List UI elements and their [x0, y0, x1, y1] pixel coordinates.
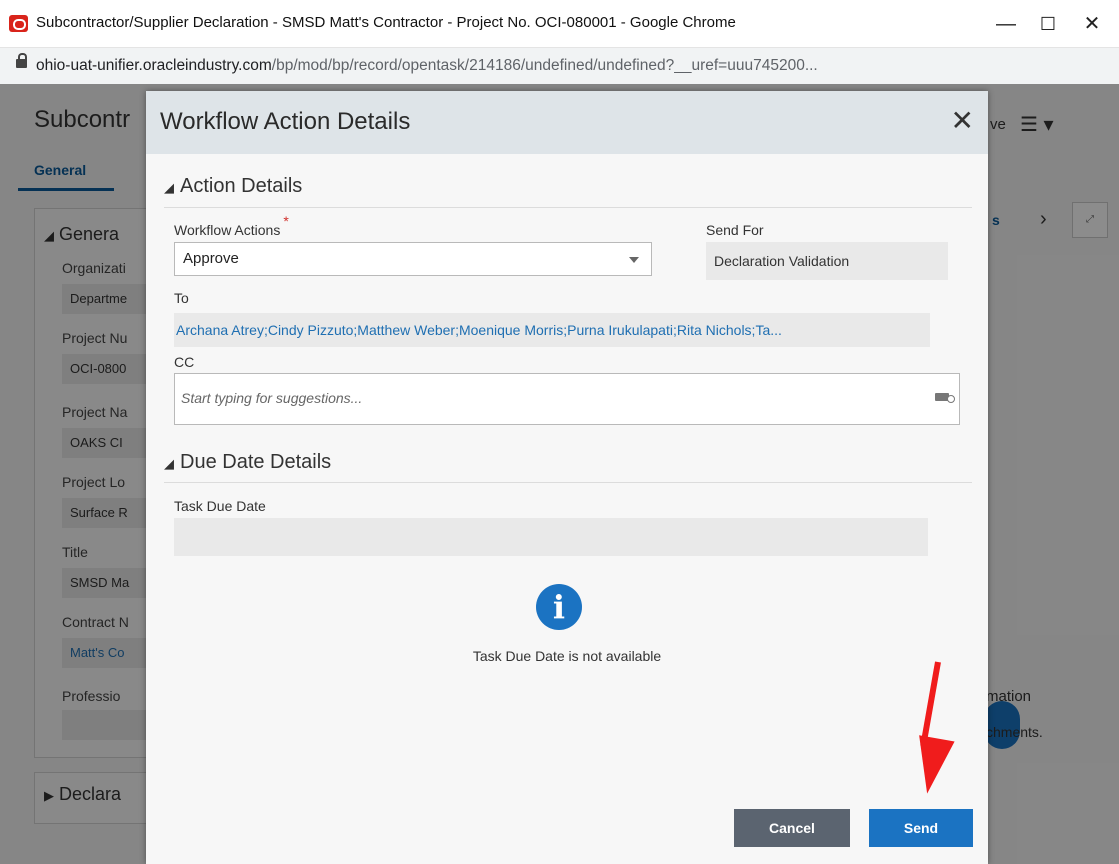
- divider: [164, 207, 972, 208]
- cc-placeholder: Start typing for suggestions...: [181, 390, 363, 406]
- collapse-triangle-icon: ◢: [164, 456, 174, 471]
- dialog-title: Workflow Action Details: [160, 108, 411, 135]
- workflow-actions-label-text: Workflow Actions: [174, 222, 281, 238]
- address-bar[interactable]: ohio-uat-unifier.oracleindustry.com/bp/m…: [0, 48, 1119, 84]
- address-book-icon[interactable]: [935, 393, 955, 403]
- send-for-label: Send For: [706, 222, 764, 238]
- cc-label: CC: [174, 354, 195, 370]
- info-icon: i: [536, 584, 582, 630]
- dialog-header: Workflow Action Details ✕: [146, 91, 988, 154]
- task-due-date-field: [174, 518, 928, 556]
- browser-titlebar: Subcontractor/Supplier Declaration - SMS…: [0, 0, 1119, 48]
- maximize-button[interactable]: ☐: [1028, 8, 1068, 40]
- workflow-action-dialog: Workflow Action Details ✕ ◢ Action Detail…: [146, 91, 988, 864]
- cc-input[interactable]: Start typing for suggestions...: [174, 373, 960, 425]
- task-due-date-label: Task Due Date: [174, 498, 266, 514]
- due-date-unavailable-text: Task Due Date is not available: [472, 648, 662, 664]
- to-recipients[interactable]: Archana Atrey;Cindy Pizzuto;Matthew Webe…: [174, 313, 930, 347]
- workflow-actions-value: Approve: [183, 250, 239, 267]
- send-button[interactable]: Send: [869, 809, 973, 847]
- to-label: To: [174, 290, 189, 306]
- collapse-triangle-icon: ◢: [164, 180, 174, 195]
- action-details-title: Action Details: [180, 175, 303, 197]
- window-title: Subcontractor/Supplier Declaration - SMS…: [36, 14, 736, 31]
- url-domain: ohio-uat-unifier.oracleindustry.com: [36, 57, 272, 74]
- lock-icon: [16, 53, 27, 68]
- chevron-down-icon: [629, 257, 639, 263]
- close-icon[interactable]: ✕: [951, 107, 974, 135]
- action-details-header[interactable]: ◢ Action Details: [164, 175, 302, 198]
- required-mark: *: [283, 213, 289, 229]
- close-window-button[interactable]: ✕: [1072, 8, 1112, 40]
- divider: [164, 482, 972, 483]
- workflow-actions-select[interactable]: Approve: [174, 242, 652, 276]
- cancel-button[interactable]: Cancel: [734, 809, 850, 847]
- minimize-button[interactable]: —: [986, 8, 1026, 40]
- send-for-value: Declaration Validation: [706, 242, 948, 280]
- url-path: /bp/mod/bp/record/opentask/214186/undefi…: [271, 57, 818, 74]
- due-date-details-title: Due Date Details: [180, 451, 332, 473]
- workflow-actions-label: Workflow Actions*: [174, 213, 289, 238]
- oracle-logo-icon: [9, 15, 28, 32]
- due-date-details-header[interactable]: ◢ Due Date Details: [164, 451, 331, 474]
- url-text[interactable]: ohio-uat-unifier.oracleindustry.com/bp/m…: [36, 57, 818, 75]
